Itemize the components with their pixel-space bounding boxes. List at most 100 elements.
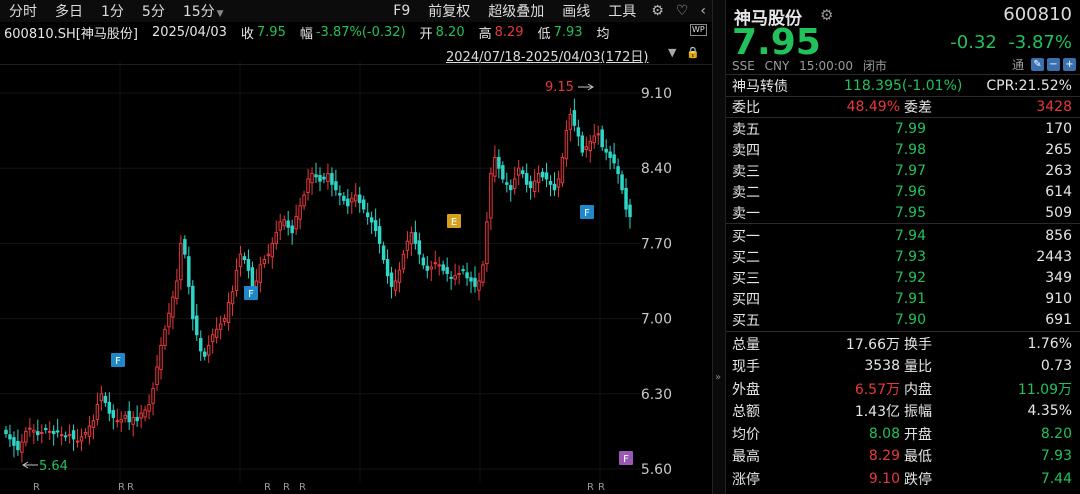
wp-badge[interactable]: WP — [690, 24, 707, 36]
gear-icon[interactable]: ⚙ — [820, 6, 833, 24]
tools-button[interactable]: 工具 — [599, 1, 645, 21]
period-tab-15min[interactable]: 15分 ▼ — [174, 1, 233, 21]
candle-body — [183, 239, 187, 255]
stock-code: 600810 — [1003, 4, 1072, 25]
candle-body — [473, 277, 477, 287]
candle-body — [505, 182, 509, 185]
stat-label: 均价 — [732, 426, 760, 443]
candle-body — [354, 194, 358, 202]
candle-body — [469, 277, 473, 282]
candle-body — [143, 409, 147, 418]
period-tab-5min[interactable]: 5分 — [133, 1, 174, 21]
close-label: 收 — [240, 26, 254, 42]
bid-row[interactable]: 买一 7.94 856 — [726, 225, 1080, 246]
divider — [726, 331, 1080, 332]
bid-row[interactable]: 买三 7.92 349 — [726, 267, 1080, 288]
candle-body — [242, 256, 247, 261]
candle-body — [238, 253, 243, 267]
candle-body — [616, 166, 620, 175]
candle-body — [91, 420, 96, 428]
y-tick-label: 7.00 — [641, 312, 672, 328]
candle-body — [187, 256, 191, 287]
draw-line-button[interactable]: 画线 — [553, 1, 599, 21]
stat-value: 9.10 — [868, 470, 900, 487]
candle-body — [290, 225, 294, 234]
candle-body — [47, 430, 52, 433]
ask-level-label: 卖三 — [732, 163, 760, 180]
stat-value: 7.93 — [1040, 448, 1072, 464]
adjust-button[interactable]: 前复权 — [419, 1, 479, 21]
bid-row[interactable]: 买二 7.93 2443 — [726, 246, 1080, 267]
candle-body — [481, 264, 485, 283]
stat-value: 8.29 — [868, 448, 900, 464]
change-percent: -3.87% — [1008, 32, 1072, 53]
period-tab-fenshi[interactable]: 分时 — [0, 1, 46, 21]
double-chevron-right-icon[interactable]: » — [715, 372, 721, 383]
ask-volume: 614 — [1045, 183, 1072, 200]
candle-body — [381, 245, 386, 261]
stat-value: 6.57万 — [854, 381, 900, 398]
f9-button[interactable]: F9 — [384, 3, 419, 19]
lock-icon[interactable]: 🔒 — [686, 46, 700, 59]
stat-value: 17.66万 — [845, 336, 900, 353]
candle-body — [437, 264, 441, 267]
period-tab-multiday[interactable]: 多日 — [46, 1, 92, 21]
plus-icon[interactable]: + — [1063, 58, 1076, 71]
candle-body — [222, 318, 227, 322]
stat-label: 涨停 — [732, 471, 760, 488]
candle-body — [433, 262, 437, 265]
candle-body — [28, 427, 32, 430]
stat-label: 总额 — [732, 404, 760, 420]
candle-body — [79, 436, 84, 442]
candlestick-chart[interactable]: 9.108.407.707.006.305.60 9.155.64FFEFFR R… — [0, 62, 712, 494]
ask-row[interactable]: 卖五 7.99 170 — [726, 118, 1080, 139]
ask-row[interactable]: 卖四 7.98 265 — [726, 139, 1080, 160]
convertible-bond-row[interactable]: 神马转债 118.395(-1.01%) CPR:21.52% — [726, 75, 1080, 96]
symbol-label: 600810.SH[神马股份] — [4, 26, 138, 42]
candle-body — [385, 259, 390, 277]
candle-body — [278, 221, 282, 231]
stat-label: 开盘 — [904, 426, 932, 443]
candle-body — [608, 151, 612, 158]
candle-body — [163, 328, 167, 346]
low-label: 低 — [537, 26, 551, 42]
minus-icon[interactable]: − — [1047, 58, 1060, 71]
bid-volume: 691 — [1045, 311, 1072, 328]
candle-body — [218, 323, 223, 330]
period-15min-label: 15分 — [182, 4, 215, 20]
webi-value: 48.49% — [846, 98, 900, 115]
event-marker-label: F — [584, 208, 590, 219]
candle-body — [123, 414, 127, 419]
triangle-down-icon[interactable]: ▼ — [668, 46, 676, 59]
candle-body — [346, 198, 350, 207]
candle-body — [540, 171, 545, 178]
ask-row[interactable]: 卖一 7.95 509 — [726, 202, 1080, 223]
period-tab-1min[interactable]: 1分 — [92, 1, 133, 21]
candle-body — [612, 154, 616, 164]
candle-body — [286, 220, 290, 228]
heart-icon[interactable]: ♡ — [670, 3, 695, 19]
ask-row[interactable]: 卖二 7.96 614 — [726, 181, 1080, 202]
edit-icon[interactable]: ✎ — [1031, 58, 1044, 71]
candle-body — [32, 429, 36, 433]
candle-body — [75, 440, 80, 443]
ask-price: 7.99 — [894, 120, 926, 137]
bid-volume: 856 — [1045, 227, 1072, 244]
candle-body — [377, 226, 382, 244]
candle-body — [119, 419, 123, 423]
candle-body — [171, 296, 175, 318]
candle-body — [588, 140, 592, 152]
ask-price: 7.98 — [894, 141, 926, 158]
candle-body — [409, 232, 414, 245]
bid-row[interactable]: 买四 7.91 910 — [726, 288, 1080, 309]
ask-level-label: 卖一 — [732, 205, 760, 222]
chevron-left-icon[interactable]: ‹ — [694, 3, 712, 19]
bid-row[interactable]: 买五 7.90 691 — [726, 309, 1080, 330]
overlay-button[interactable]: 超级叠加 — [479, 1, 553, 21]
stat-label: 振幅 — [904, 404, 932, 420]
panel-collapse-strip[interactable]: » — [712, 0, 726, 494]
gear-icon[interactable]: ⚙ — [645, 3, 670, 19]
ask-row[interactable]: 卖三 7.97 263 — [726, 160, 1080, 181]
candle-body — [330, 173, 334, 185]
candle-body — [425, 265, 430, 271]
